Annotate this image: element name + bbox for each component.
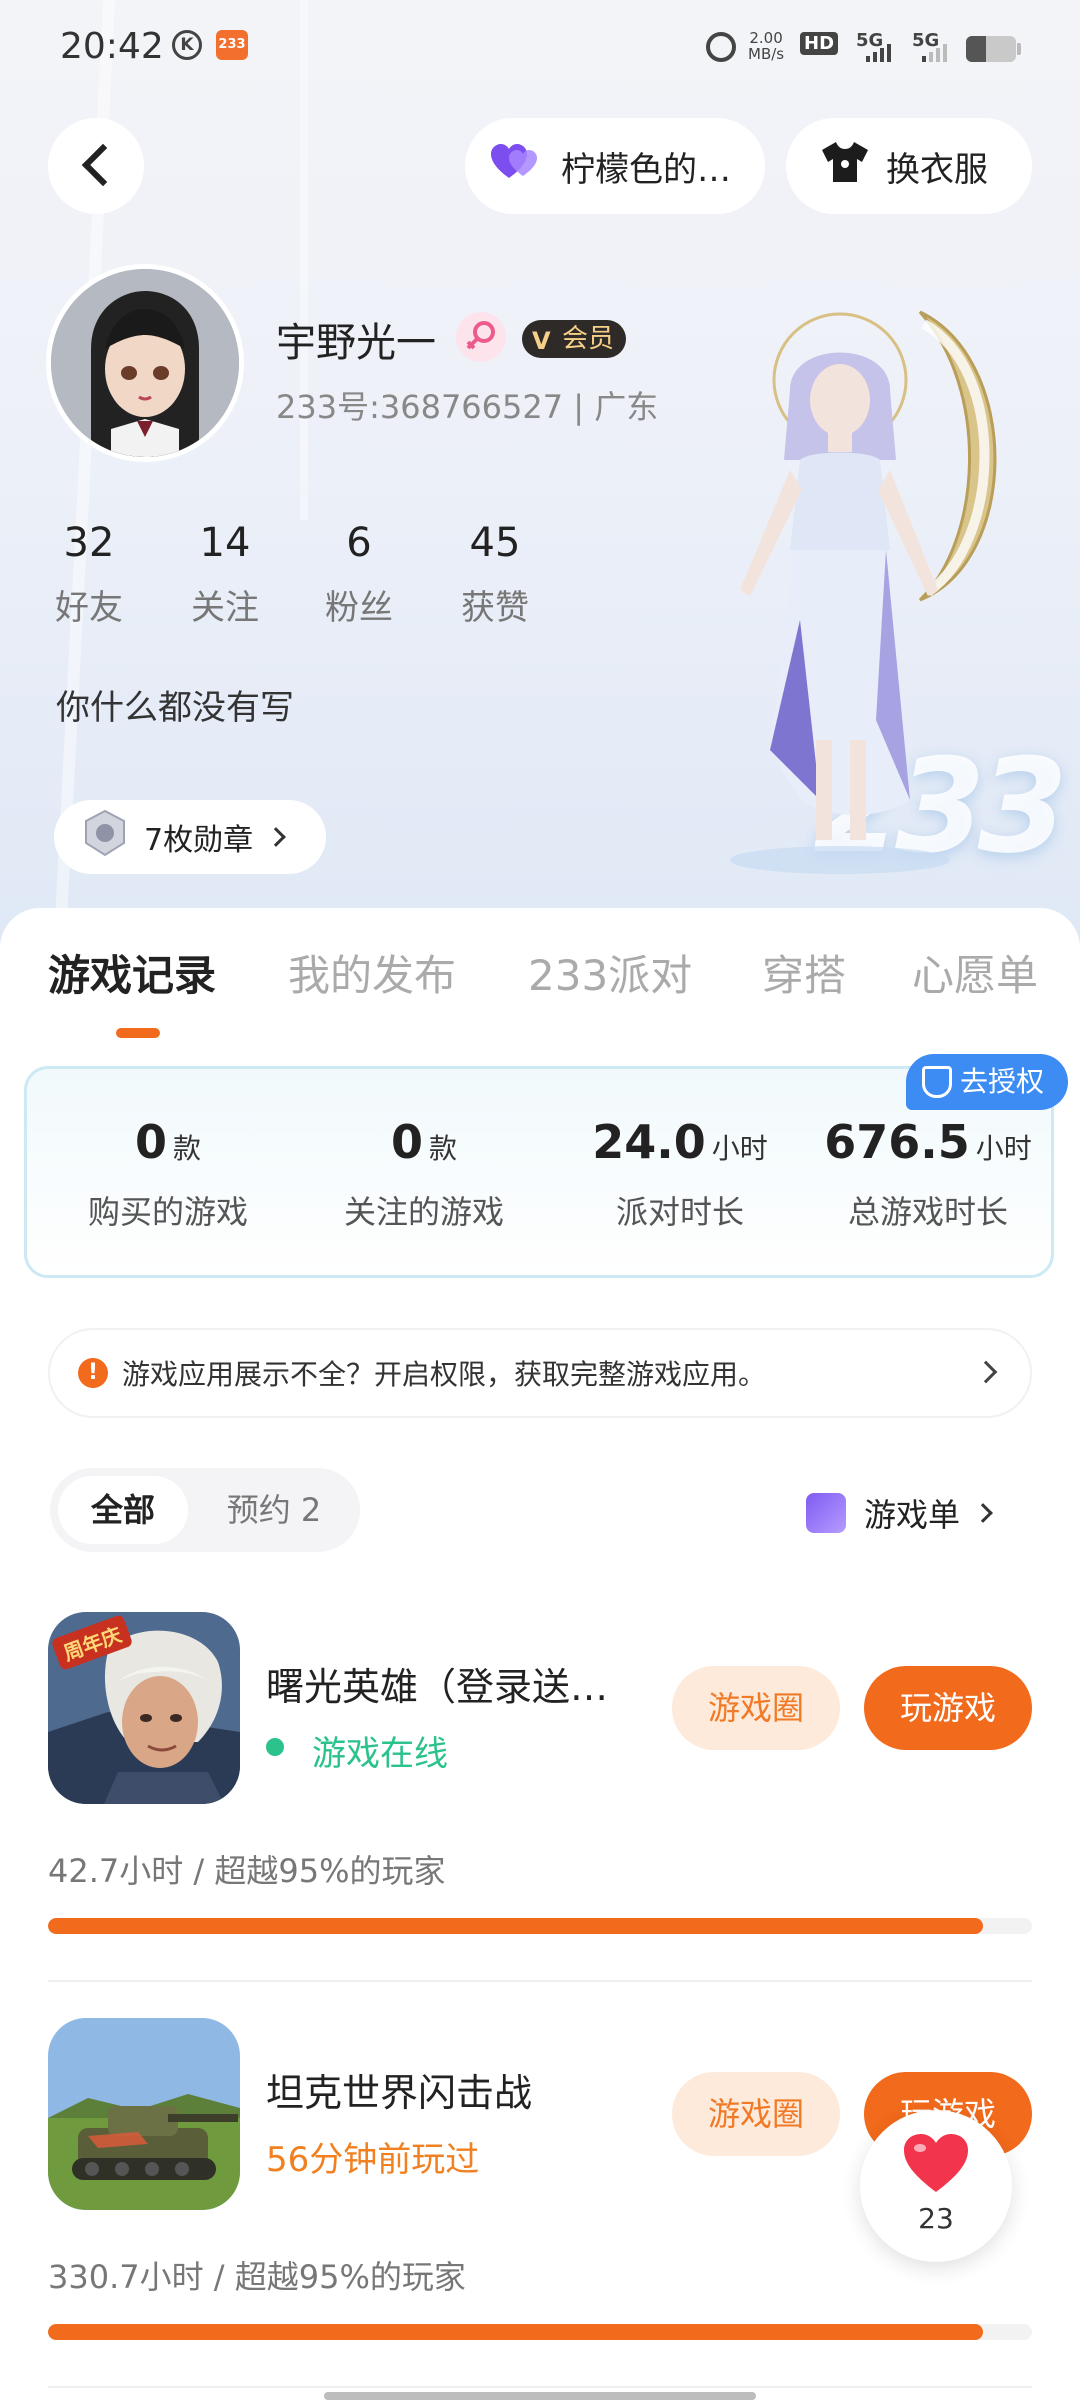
game-title: 坦克世界闪击战 [266,2071,533,2115]
back-button[interactable] [48,118,144,214]
game-list-label: 游戏单 [864,1496,961,1534]
shield-icon [922,1066,952,1098]
game-summary-card: 0款 购买的游戏 0款 关注的游戏 24.0 小时 派对时长 676.5 小时 总游… [24,1066,1054,1278]
status-bar: 20:42 K 233 2.00 MB/s HD 5G 5G [0,0,1080,100]
chevron-right-icon [973,1503,993,1523]
home-indicator[interactable] [324,2392,756,2400]
play-hours: 42.7小时 / 超越95%的玩家 [48,1852,446,1890]
k-app-icon: K [172,30,202,60]
change-clothes-button[interactable]: 换衣服 [786,118,1032,214]
avatar[interactable] [46,264,244,462]
divider [48,1980,1032,1982]
tab-indicator [116,1028,160,1038]
heart-icon [489,142,545,191]
battery-tip [1017,43,1021,55]
app-233-icon: 233 [216,30,248,60]
play-progress-track [48,1918,1032,1934]
permission-notice[interactable]: ! 游戏应用展示不全？开启权限，获取完整游戏应用。 [50,1330,1030,1416]
heart-icon [902,2132,970,2198]
filter-all[interactable]: 全部 [58,1476,188,1544]
network-speed: 2.00 MB/s [748,29,785,63]
stat-friends[interactable]: 32 好友 [34,520,144,629]
chevron-right-icon [266,827,286,847]
sparkle-icon [806,1493,876,1533]
alarm-icon [706,32,736,62]
game-title: 曙光英雄（登录送… [266,1665,609,1709]
avatar-image [51,269,239,457]
game-item[interactable]: 周年庆 曙光英雄（登录送… 游戏在线 游戏圈 玩游戏 42.7小时 / 超越95… [0,1612,1080,2012]
authorize-button[interactable]: 去授权 [906,1054,1068,1110]
vip-badge[interactable]: 会员 [522,320,626,358]
filter-reserved[interactable]: 预约 2 [204,1476,344,1544]
like-count: 23 [918,2202,954,2235]
female-gender-icon [456,312,506,362]
avatar-3d-figure[interactable] [690,300,1050,880]
summary-total-time[interactable]: 676.5 小时 总游戏时长 [803,1115,1053,1233]
tab-233-party[interactable]: 233派对 [528,942,692,1003]
warning-icon: ! [78,1358,108,1388]
summary-followed[interactable]: 0款 关注的游戏 [299,1115,549,1233]
tab-bar: 游戏记录 我的发布 233派对 穿搭 心愿单 [0,942,1080,1032]
tab-game-records[interactable]: 游戏记录 [48,942,216,1003]
hd-icon: HD [800,32,839,55]
medal-icon [80,808,130,866]
game-icon-tank-blitz[interactable] [48,2018,240,2210]
tshirt-icon [820,140,870,193]
status-time: 20:42 [60,26,164,67]
game-list-link[interactable]: 游戏单 [806,1483,993,1543]
stat-fans[interactable]: 6 粉丝 [304,520,414,629]
filter-segment: 全部 预约 2 [50,1468,360,1552]
summary-purchased[interactable]: 0款 购买的游戏 [43,1115,293,1233]
signal-bars-icon [866,44,891,62]
mood-pill-label: 柠檬色的… [561,149,731,190]
stat-following[interactable]: 14 关注 [170,520,280,629]
summary-party-time[interactable]: 24.0 小时 派对时长 [555,1115,805,1233]
game-circle-button[interactable]: 游戏圈 [672,1666,840,1750]
stat-likes[interactable]: 45 获赞 [440,520,550,629]
user-id-location: 233号:368766527 | 广东 [276,388,659,426]
play-game-button[interactable]: 玩游戏 [864,1666,1032,1750]
play-hours: 330.7小时 / 超越95%的玩家 [48,2258,466,2296]
game-status: 游戏在线 [266,1726,448,1775]
game-circle-button[interactable]: 游戏圈 [672,2072,840,2156]
signal-bars-icon [922,44,947,62]
tab-wishlist[interactable]: 心愿单 [912,942,1038,1003]
username: 宇野光一 [276,320,436,366]
medals-label: 7枚勋章 [144,823,254,858]
authorize-label: 去授权 [960,1065,1045,1098]
play-progress-track [48,2324,1032,2340]
chevron-right-icon [974,1360,998,1384]
game-status: 56分钟前玩过 [266,2140,480,2180]
play-progress-fill [48,1918,983,1934]
battery-icon [966,36,1016,62]
tab-my-posts[interactable]: 我的发布 [288,942,456,1003]
tab-outfits[interactable]: 穿搭 [762,942,846,1003]
permission-notice-text: 游戏应用展示不全？开启权限，获取完整游戏应用。 [122,1358,767,1391]
like-button[interactable]: 23 [860,2110,1012,2262]
divider [48,2386,1032,2388]
bio-text[interactable]: 你什么都没有写 [56,680,294,729]
change-clothes-label: 换衣服 [886,149,988,190]
game-icon-dawn-heroes[interactable]: 周年庆 [48,1612,240,1804]
play-progress-fill [48,2324,983,2340]
medals-button[interactable]: 7枚勋章 [54,800,326,874]
mood-pill-button[interactable]: 柠檬色的… [465,118,765,214]
